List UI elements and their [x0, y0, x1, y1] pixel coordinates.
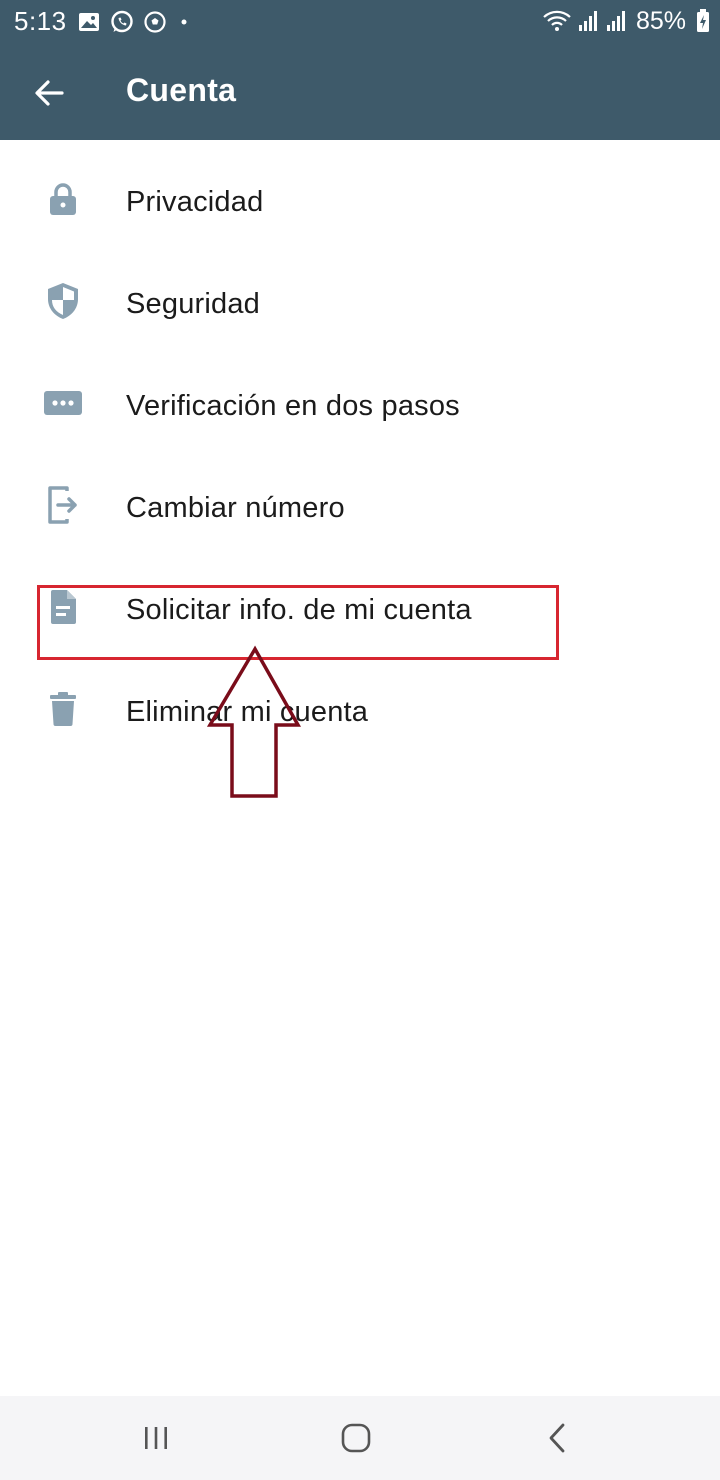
menu-item-label: Privacidad: [126, 186, 264, 218]
battery-percentage: 85%: [635, 6, 686, 35]
settings-menu: Privacidad Seguridad Verificación en dos…: [0, 140, 720, 752]
nav-back-button[interactable]: [536, 1416, 580, 1460]
dots-icon: [40, 380, 86, 426]
navigation-bar: [0, 1396, 720, 1480]
image-icon: [79, 13, 99, 31]
recent-apps-icon: [145, 1427, 167, 1449]
menu-item-label: Verificación en dos pasos: [126, 390, 460, 422]
menu-item-label: Cambiar número: [126, 492, 345, 524]
menu-item-solicitar-info[interactable]: Solicitar info. de mi cuenta: [0, 548, 720, 650]
lock-icon: [40, 176, 86, 222]
signal-icon: [606, 11, 625, 31]
document-icon: [40, 584, 86, 630]
recent-apps-button[interactable]: [134, 1416, 178, 1460]
menu-item-verificacion-dos-pasos[interactable]: Verificación en dos pasos: [0, 344, 720, 446]
page-title: Cuenta: [126, 72, 237, 108]
system-status: 85%: [536, 6, 710, 36]
header: 5:13 85% Cuenta: [0, 0, 720, 140]
home-icon: [341, 1423, 371, 1453]
trash-icon: [40, 686, 86, 732]
whatsapp-icon: [111, 10, 133, 33]
back-button[interactable]: [26, 70, 72, 116]
menu-item-label: Seguridad: [126, 288, 261, 320]
dot-icon: [181, 19, 187, 25]
battery-charging-icon: [697, 9, 709, 32]
menu-item-privacidad[interactable]: Privacidad: [0, 140, 720, 242]
wifi-icon: [543, 10, 571, 31]
soccer-ball-icon: [144, 11, 166, 33]
home-button[interactable]: [334, 1416, 378, 1460]
status-bar: 5:13 85%: [0, 0, 720, 44]
arrow-left-icon: [35, 80, 64, 106]
menu-item-seguridad[interactable]: Seguridad: [0, 242, 720, 344]
status-time: 5:13: [14, 6, 67, 36]
app-bar: Cuenta: [0, 44, 720, 140]
back-icon: [549, 1423, 565, 1453]
menu-item-cambiar-numero[interactable]: Cambiar número: [0, 446, 720, 548]
phone-change-icon: [40, 482, 86, 528]
menu-item-label: Solicitar info. de mi cuenta: [126, 594, 472, 626]
shield-icon: [40, 278, 86, 324]
signal-icon: [578, 11, 597, 31]
menu-item-label: Eliminar mi cuenta: [126, 696, 369, 728]
menu-item-eliminar-cuenta[interactable]: Eliminar mi cuenta: [0, 650, 720, 752]
notification-icons: [78, 8, 202, 36]
